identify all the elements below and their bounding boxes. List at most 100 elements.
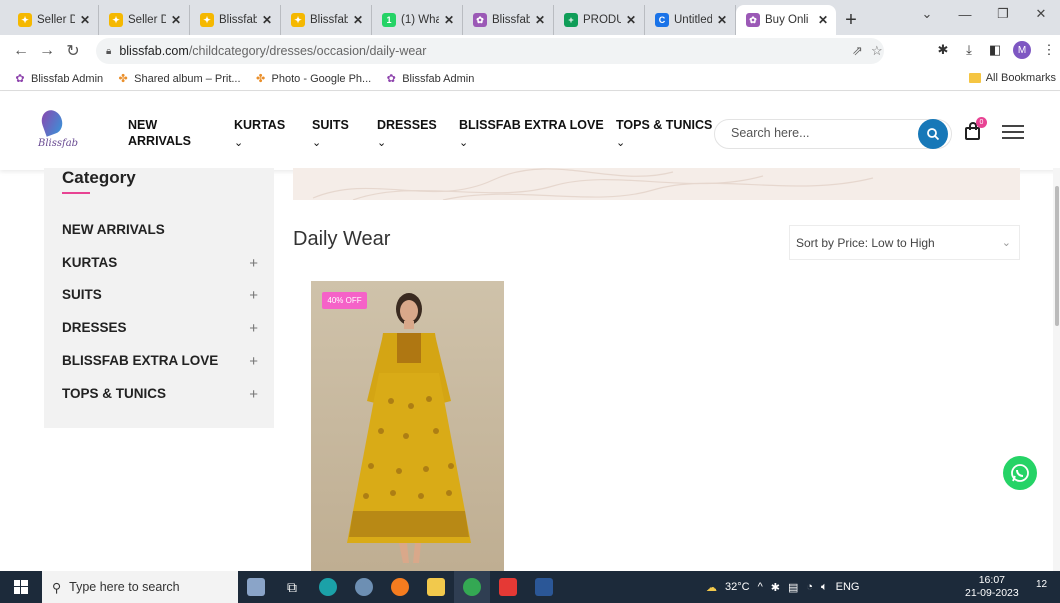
language-indicator[interactable]: ENG xyxy=(836,581,860,593)
browser-tab[interactable]: 1 (1) What ✕ xyxy=(372,5,463,35)
browser-tab[interactable]: ✦ Seller Da ✕ xyxy=(8,5,99,35)
extensions-area: ✱ ⤓ ◧ M ⋮ xyxy=(935,41,1057,59)
bookmark-star-icon[interactable]: ☆ xyxy=(871,43,883,59)
search-button[interactable] xyxy=(918,119,948,149)
close-tab-icon[interactable]: ✕ xyxy=(818,13,828,27)
browser-tab[interactable]: + PRODUC ✕ xyxy=(554,5,645,35)
close-window-button[interactable]: ✕ xyxy=(1022,0,1060,28)
category-item[interactable]: DRESSES + xyxy=(62,320,258,337)
bookmark-item[interactable]: ✤ Photo - Google Ph... xyxy=(255,72,372,86)
browser-tab-strip: ✦ Seller Da ✕ ✦ Seller Da ✕ ✦ Blissfab ✕ ✦ Blissfa… xyxy=(0,0,1060,35)
bluetooth-icon[interactable]: ✱ xyxy=(771,581,780,594)
minimize-button[interactable]: — xyxy=(946,0,984,28)
category-label: NEW ARRIVALS xyxy=(62,222,165,237)
expand-plus-icon[interactable]: + xyxy=(249,287,258,304)
bookmark-label: Photo - Google Ph... xyxy=(271,72,372,85)
tab-favicon-icon: ✦ xyxy=(18,13,32,27)
all-bookmarks[interactable]: All Bookmarks xyxy=(968,72,1056,84)
windows-taskbar: ⚲ Type here to search ⧉ ☁ 32°C ^ ✱ ▤ ◔ 🔈… xyxy=(0,571,1060,603)
close-tab-icon[interactable]: ✕ xyxy=(717,13,727,27)
taskbar-search[interactable]: ⚲ Type here to search xyxy=(42,571,238,603)
close-tab-icon[interactable]: ✕ xyxy=(262,13,272,27)
download-icon[interactable]: ⤓ xyxy=(961,42,977,58)
sidepanel-icon[interactable]: ◧ xyxy=(987,42,1003,58)
start-button[interactable] xyxy=(0,571,42,603)
nav-dresses[interactable]: DRESSES ⌄ xyxy=(377,117,437,151)
nav-suits[interactable]: SUITS ⌄ xyxy=(312,117,349,151)
product-card[interactable]: 40% OFF xyxy=(311,281,504,571)
whatsapp-chat-button[interactable] xyxy=(1003,456,1037,490)
reload-button[interactable]: ↻ xyxy=(60,41,86,61)
nav-tops-tunics[interactable]: TOPS & TUNICS ⌄ xyxy=(616,117,712,151)
bookmark-item[interactable]: ✤ Shared album – Prit... xyxy=(117,73,241,86)
widgets-icon[interactable] xyxy=(238,571,274,603)
nav-label: BLISSFAB EXTRA LOVE xyxy=(459,118,604,132)
site-logo[interactable]: Blissfab xyxy=(38,107,78,158)
app-icon[interactable] xyxy=(346,571,382,603)
browser-tab[interactable]: ✦ Blissfab ✕ xyxy=(281,5,372,35)
bookmark-list: ✿ Blissfab Admin ✤ Shared album – Prit... ✤ P… xyxy=(0,72,475,86)
browser-tab[interactable]: ✦ Seller Da ✕ xyxy=(99,5,190,35)
nav-new-arrivals[interactable]: NEW ARRIVALS xyxy=(128,117,191,149)
category-item[interactable]: TOPS & TUNICS + xyxy=(62,386,258,403)
chevron-up-icon[interactable]: ^ xyxy=(758,581,763,593)
anydesk-icon[interactable] xyxy=(490,571,526,603)
category-item[interactable]: KURTAS + xyxy=(62,255,258,272)
category-item[interactable]: SUITS + xyxy=(62,287,258,304)
share-icon[interactable]: ⇗ xyxy=(852,43,863,59)
network-icon[interactable]: ▤ xyxy=(788,581,798,594)
kebab-menu-icon[interactable]: ⋮ xyxy=(1041,42,1057,58)
sort-select[interactable]: Sort by Price: Low to High ⌄ xyxy=(789,225,1020,260)
tab-list: ✦ Seller Da ✕ ✦ Seller Da ✕ ✦ Blissfab ✕ ✦ Blissfa… xyxy=(0,5,836,35)
weather-temp[interactable]: 32°C xyxy=(725,581,750,593)
file-explorer-icon[interactable] xyxy=(418,571,454,603)
close-tab-icon[interactable]: ✕ xyxy=(535,13,545,27)
expand-plus-icon[interactable]: + xyxy=(249,386,258,403)
tab-favicon-icon: + xyxy=(564,13,578,27)
close-tab-icon[interactable]: ✕ xyxy=(626,13,636,27)
volume-icon[interactable]: 🔈︎ xyxy=(821,581,828,594)
expand-plus-icon[interactable]: + xyxy=(249,255,258,272)
close-tab-icon[interactable]: ✕ xyxy=(171,13,181,27)
category-item[interactable]: BLISSFAB EXTRA LOVE + xyxy=(62,353,258,370)
hamburger-menu-icon[interactable] xyxy=(1002,125,1024,139)
browser-tab[interactable]: ✿ Buy Onli ✕ xyxy=(736,5,836,35)
word-icon[interactable] xyxy=(526,571,562,603)
bookmark-label: Blissfab Admin xyxy=(31,72,104,85)
restore-button[interactable]: ❐ xyxy=(984,0,1022,28)
new-tab-button[interactable]: + xyxy=(836,5,866,35)
url-field[interactable]: 🔒︎ blissfab.com/childcategory/dresses/oc… xyxy=(96,38,884,64)
search-input[interactable] xyxy=(731,126,911,140)
cart-count-badge: 0 xyxy=(976,117,987,128)
extensions-puzzle-icon[interactable]: ✱ xyxy=(935,42,951,58)
forward-button[interactable]: → xyxy=(34,42,60,60)
close-tab-icon[interactable]: ✕ xyxy=(444,13,454,27)
scrollbar-thumb[interactable] xyxy=(1055,186,1059,326)
bookmark-item[interactable]: ✿ Blissfab Admin xyxy=(385,73,475,86)
edge-icon[interactable] xyxy=(310,571,346,603)
nav-blissfab-extra-love[interactable]: BLISSFAB EXTRA LOVE ⌄ xyxy=(459,117,604,151)
profile-avatar[interactable]: M xyxy=(1013,41,1031,59)
cart-button[interactable]: 0 xyxy=(964,117,987,141)
chrome-icon[interactable] xyxy=(454,571,490,603)
browser-tab[interactable]: ✿ Blissfab ✕ xyxy=(463,5,554,35)
close-tab-icon[interactable]: ✕ xyxy=(80,13,90,27)
chevron-down-icon: ⌄ xyxy=(459,137,469,149)
browser-tab[interactable]: C Untitled ✕ xyxy=(645,5,736,35)
nav-kurtas[interactable]: KURTAS ⌄ xyxy=(234,117,285,151)
chevron-down-icon: ⌄ xyxy=(234,137,244,149)
close-tab-icon[interactable]: ✕ xyxy=(353,13,363,27)
url-host: blissfab.com xyxy=(119,44,189,58)
wifi-icon[interactable]: ◔ xyxy=(806,581,813,593)
notifications-icon[interactable]: 12 xyxy=(1036,579,1052,595)
expand-plus-icon[interactable]: + xyxy=(249,353,258,370)
browser-tab[interactable]: ✦ Blissfab ✕ xyxy=(190,5,281,35)
chevron-down-icon[interactable]: ⌄ xyxy=(908,0,946,28)
taskbar-clock[interactable]: 16:07 21-09-2023 xyxy=(965,574,1019,600)
category-item[interactable]: NEW ARRIVALS xyxy=(62,222,258,237)
expand-plus-icon[interactable]: + xyxy=(249,320,258,337)
task-view-icon[interactable]: ⧉ xyxy=(274,571,310,603)
back-button[interactable]: ← xyxy=(8,42,34,60)
bookmark-item[interactable]: ✿ Blissfab Admin xyxy=(14,72,104,86)
firefox-icon[interactable] xyxy=(382,571,418,603)
